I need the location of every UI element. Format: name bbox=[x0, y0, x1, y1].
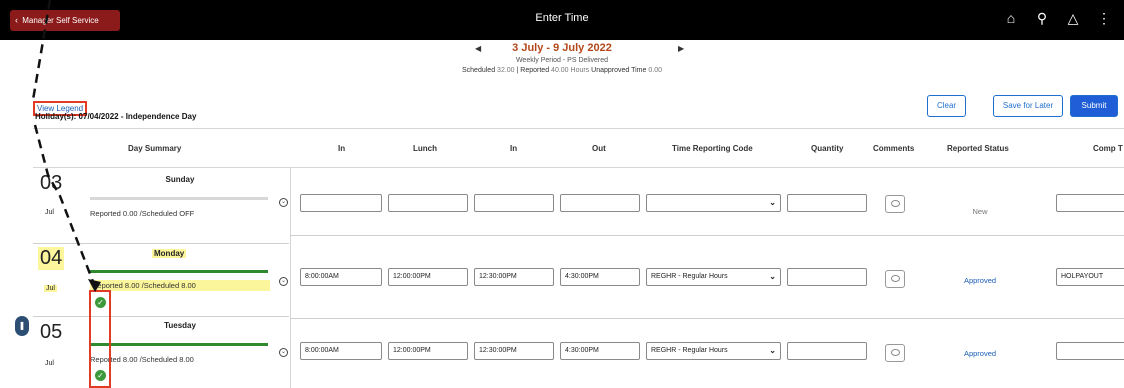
annotation-dashed-arrow bbox=[31, 0, 101, 292]
enter-time-page: ‹ Manager Self Service Enter Time ⌂ ⚲ △ … bbox=[0, 0, 1124, 388]
